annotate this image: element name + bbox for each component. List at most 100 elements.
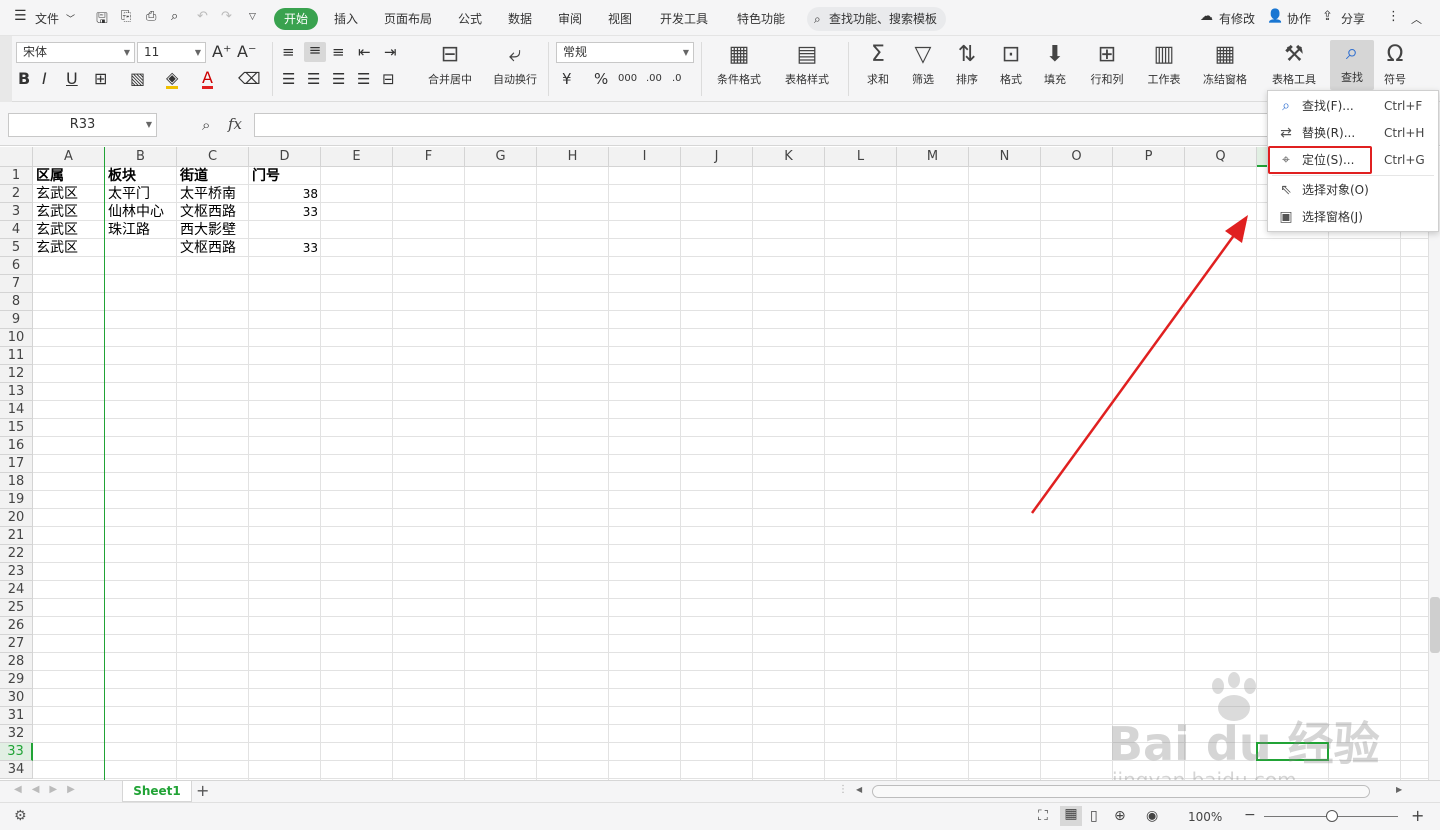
rows-columns-button[interactable]: ⊞ 行和列 <box>1080 42 1134 87</box>
table-cell[interactable]: 仙林中心 <box>105 203 177 221</box>
selection-pane-menu-item[interactable]: ▣ 选择窗格(J) <box>1268 204 1438 230</box>
fill-button[interactable]: ⬇ 填充 <box>1030 42 1080 87</box>
underline-icon[interactable]: U <box>66 71 78 87</box>
column-header[interactable]: A <box>33 147 105 167</box>
column-header[interactable]: F <box>393 147 465 167</box>
zoom-out-icon[interactable]: − <box>1244 807 1256 823</box>
customize-icon[interactable]: ▽ <box>249 12 256 22</box>
table-style-button[interactable]: ▤ 表格样式 <box>777 42 837 87</box>
macro-icon[interactable]: ⚙ <box>14 808 27 824</box>
row-header[interactable]: 25 <box>0 599 33 617</box>
table-cell[interactable]: 西大影壁 <box>177 221 249 239</box>
row-header[interactable]: 23 <box>0 563 33 581</box>
column-header[interactable]: D <box>249 147 321 167</box>
align-right-icon[interactable]: ☰ <box>332 71 345 87</box>
tab-insert[interactable]: 插入 <box>334 10 358 27</box>
font-size-select[interactable]: 11 ▼ <box>137 42 206 63</box>
row-header[interactable]: 26 <box>0 617 33 635</box>
sheet-nav-arrows[interactable]: ◀◀▶▶ <box>14 784 85 795</box>
tab-special[interactable]: 特色功能 <box>737 10 785 27</box>
print-preview-icon[interactable]: ⌕ <box>171 9 178 24</box>
share-button[interactable]: 分享 <box>1341 10 1365 27</box>
table-cell[interactable]: 板块 <box>105 167 177 185</box>
row-header[interactable]: 22 <box>0 545 33 563</box>
align-middle-icon[interactable]: ≡ <box>304 42 326 62</box>
row-header[interactable]: 20 <box>0 509 33 527</box>
sum-button[interactable]: Σ 求和 <box>853 42 903 87</box>
align-left-icon[interactable]: ☰ <box>282 71 295 87</box>
row-header[interactable]: 12 <box>0 365 33 383</box>
row-header[interactable]: 9 <box>0 311 33 329</box>
table-cell[interactable]: 玄武区 <box>33 203 105 221</box>
table-cell[interactable]: 文枢西路 <box>177 239 249 257</box>
table-cell[interactable]: 门号 <box>249 167 321 185</box>
border-icon[interactable]: ⊞ <box>94 71 107 87</box>
distributed-icon[interactable]: ⊟ <box>382 71 395 87</box>
more-icon[interactable]: ⋮ <box>1387 9 1400 24</box>
scroll-right-icon[interactable]: ▶ <box>1396 785 1402 794</box>
format-button[interactable]: ⊡ 格式 <box>986 42 1036 87</box>
row-header[interactable]: 17 <box>0 455 33 473</box>
clear-format-icon[interactable]: ⌫ <box>238 71 261 87</box>
select-all-corner[interactable] <box>0 147 33 167</box>
align-top-icon[interactable]: ≡ <box>282 44 295 60</box>
collaborate-button[interactable]: 协作 <box>1287 10 1311 27</box>
decrease-decimal-icon[interactable]: .0 <box>672 71 682 87</box>
column-header[interactable]: B <box>105 147 177 167</box>
row-header[interactable]: 30 <box>0 689 33 707</box>
align-center-icon[interactable]: ☰ <box>307 71 320 87</box>
tab-formulas[interactable]: 公式 <box>458 10 482 27</box>
table-cell[interactable]: 33 <box>249 239 321 257</box>
zoom-slider-knob[interactable] <box>1326 810 1338 822</box>
row-header[interactable]: 29 <box>0 671 33 689</box>
filter-button[interactable]: ▽ 筛选 <box>898 42 948 87</box>
decrease-indent-icon[interactable]: ⇤ <box>358 44 371 60</box>
row-header[interactable]: 28 <box>0 653 33 671</box>
row-header[interactable]: 3 <box>0 203 33 221</box>
row-header[interactable]: 34 <box>0 761 33 779</box>
tab-data[interactable]: 数据 <box>508 10 532 27</box>
sheet-tab-sheet1[interactable]: Sheet1 <box>122 781 192 802</box>
symbol-button[interactable]: Ω 符号 <box>1372 42 1418 87</box>
row-header[interactable]: 18 <box>0 473 33 491</box>
hscroll-divider[interactable]: ⋮ <box>838 784 848 795</box>
zoom-in-icon[interactable]: + <box>1411 806 1424 825</box>
find-menu-item[interactable]: ⌕ 查找(F)... Ctrl+F <box>1268 93 1438 119</box>
merge-center-button[interactable]: ⊟ 合并居中 <box>419 42 481 87</box>
scroll-left-icon[interactable]: ◀ <box>856 785 862 794</box>
zoom-level[interactable]: 100% <box>1188 810 1222 824</box>
chevron-down-icon[interactable]: ﹀ <box>66 12 75 25</box>
table-cell[interactable]: 太平桥南 <box>177 185 249 203</box>
table-cell[interactable]: 玄武区 <box>33 221 105 239</box>
vertical-scroll-thumb[interactable] <box>1430 597 1440 653</box>
column-header[interactable]: K <box>753 147 825 167</box>
print-icon[interactable]: ⎙ <box>146 9 156 24</box>
redo-icon[interactable]: ↷ <box>221 9 232 24</box>
number-format-select[interactable]: 常规 ▼ <box>556 42 694 63</box>
row-header[interactable]: 16 <box>0 437 33 455</box>
tab-home[interactable]: 开始 <box>274 8 318 30</box>
row-header[interactable]: 24 <box>0 581 33 599</box>
column-header[interactable]: P <box>1113 147 1185 167</box>
column-header[interactable]: M <box>897 147 969 167</box>
add-sheet-icon[interactable]: + <box>196 781 209 800</box>
save-icon[interactable]: 🖫 <box>96 8 108 32</box>
column-header[interactable]: J <box>681 147 753 167</box>
percent-icon[interactable]: % <box>594 71 608 87</box>
column-header[interactable]: N <box>969 147 1041 167</box>
row-header[interactable]: 13 <box>0 383 33 401</box>
row-header[interactable]: 32 <box>0 725 33 743</box>
column-header[interactable]: E <box>321 147 393 167</box>
table-cell[interactable] <box>249 221 321 239</box>
row-header[interactable]: 8 <box>0 293 33 311</box>
row-header[interactable]: 1 <box>0 167 33 185</box>
column-header[interactable]: C <box>177 147 249 167</box>
tab-view[interactable]: 视图 <box>608 10 632 27</box>
table-cell[interactable]: 珠江路 <box>105 221 177 239</box>
formula-input[interactable] <box>254 113 1268 137</box>
column-header[interactable]: O <box>1041 147 1113 167</box>
bold-icon[interactable]: B <box>18 71 30 87</box>
function-search-input[interactable]: ⌕ 查找功能、搜索模板 <box>807 7 946 31</box>
font-color-icon[interactable]: A <box>202 70 213 89</box>
table-cell[interactable]: 街道 <box>177 167 249 185</box>
